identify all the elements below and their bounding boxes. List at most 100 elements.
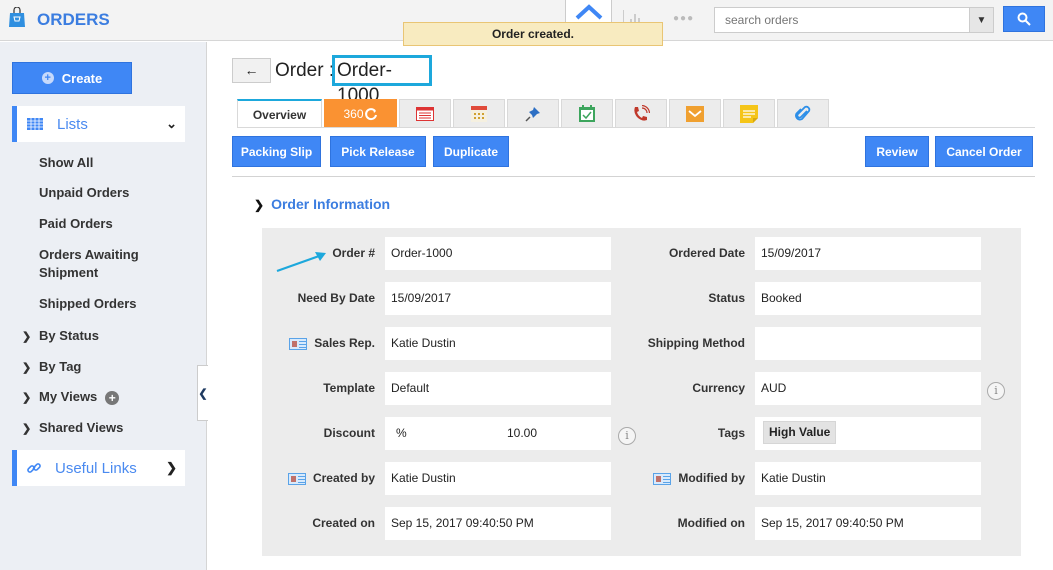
currency-label: Currency: [692, 381, 745, 395]
tab-task[interactable]: [561, 99, 613, 128]
contact-card-icon: [287, 472, 306, 485]
create-label: Create: [61, 70, 103, 86]
collapse-sidebar-button[interactable]: ❮: [197, 365, 208, 421]
discount-field: % 10.00: [385, 417, 611, 450]
search-input[interactable]: [715, 8, 965, 32]
discount-label: Discount: [323, 426, 375, 440]
contact-card-icon: [653, 472, 672, 485]
shopping-bag-icon: [9, 7, 25, 27]
search-icon: [1017, 12, 1031, 26]
attachment-icon: [795, 105, 811, 120]
sidebar-item-shipped-orders[interactable]: Shipped Orders: [39, 295, 137, 313]
sales-rep-label: Sales Rep.: [255, 336, 375, 350]
modified-by-label-text: Modified by: [678, 471, 745, 485]
tags-label: Tags: [717, 426, 745, 440]
search-box: ▼: [714, 7, 994, 33]
currency-field: AUD: [755, 372, 981, 405]
discount-unit: %: [396, 426, 407, 440]
sales-rep-field: Katie Dustin: [385, 327, 611, 360]
group-label: My Views: [39, 389, 98, 404]
task-icon: [579, 104, 595, 122]
created-on-label: Created on: [312, 516, 375, 530]
modified-by-field: Katie Dustin: [755, 462, 981, 495]
discount-value: 10.00: [507, 426, 538, 440]
tab-email[interactable]: [669, 99, 721, 128]
tab-form[interactable]: [399, 99, 451, 128]
search-dropdown-button[interactable]: ▼: [969, 8, 993, 32]
packing-slip-button[interactable]: Packing Slip: [232, 136, 321, 167]
add-view-icon[interactable]: +: [105, 391, 120, 405]
chevron-down-icon: ⌄: [166, 116, 177, 131]
status-field: Booked: [755, 282, 981, 315]
info-icon[interactable]: i: [987, 382, 1005, 400]
sales-rep-label-text: Sales Rep.: [314, 336, 375, 350]
phone-icon: [634, 104, 650, 121]
chevron-left-icon: ❮: [198, 387, 208, 400]
back-button[interactable]: ←: [232, 58, 271, 83]
sidebar-section-useful-links[interactable]: Useful Links ❯: [12, 450, 185, 486]
group-label: By Status: [39, 328, 99, 343]
shipping-method-field: [755, 327, 981, 360]
duplicate-button[interactable]: Duplicate: [433, 136, 509, 167]
tab-call[interactable]: [615, 99, 667, 128]
group-label: Shared Views: [39, 420, 124, 435]
sidebar-group-shared-views[interactable]: ❯ Shared Views: [22, 420, 123, 435]
review-button[interactable]: Review: [865, 136, 929, 167]
chevron-right-icon: ❯: [166, 460, 177, 475]
created-on-field: Sep 15, 2017 09:40:50 PM: [385, 507, 611, 540]
template-label: Template: [323, 381, 375, 395]
order-information-header[interactable]: ❯ Order Information: [254, 196, 390, 212]
created-by-label: Created by: [255, 471, 375, 485]
contact-card-icon: [289, 337, 308, 350]
tab-overview[interactable]: Overview: [237, 99, 322, 128]
order-title-prefix: Order :: [275, 60, 335, 81]
need-by-date-field: 15/09/2017: [385, 282, 611, 315]
tags-field: High Value: [755, 417, 981, 450]
order-information-panel: Order # Order-1000 Need By Date 15/09/20…: [262, 228, 1021, 556]
tabs-divider: [237, 127, 1035, 128]
mail-icon: [686, 105, 704, 122]
more-icon[interactable]: ●●●: [673, 13, 694, 24]
plus-circle-icon: +: [41, 72, 54, 84]
sidebar-item-orders-awaiting-shipment[interactable]: Orders Awaiting Shipment: [39, 246, 159, 282]
toast-message: Order created.: [403, 22, 663, 46]
order-id-title: Order-1000: [332, 55, 432, 106]
sidebar-group-my-views[interactable]: ❯ My Views +: [22, 389, 120, 405]
home-icon: [575, 4, 603, 20]
chevron-down-icon: ❯: [254, 198, 265, 212]
refresh-icon: [364, 107, 377, 120]
sidebar-item-unpaid-orders[interactable]: Unpaid Orders: [39, 184, 129, 202]
tag-chip[interactable]: High Value: [763, 420, 837, 444]
template-field: Default: [385, 372, 611, 405]
shipping-method-label: Shipping Method: [647, 336, 745, 350]
group-label: By Tag: [39, 359, 82, 374]
sidebar-group-by-tag[interactable]: ❯ By Tag: [22, 359, 81, 374]
tab-calendar[interactable]: [453, 99, 505, 128]
modified-on-label: Modified on: [677, 516, 745, 530]
chevron-right-icon: ❯: [22, 392, 32, 404]
cancel-order-button[interactable]: Cancel Order: [935, 136, 1033, 167]
ordered-date-label: Ordered Date: [668, 246, 745, 260]
tab-bar: Overview 360: [237, 99, 831, 128]
tab-pin[interactable]: [507, 99, 559, 128]
create-button[interactable]: + Create: [12, 62, 132, 94]
order-number-label: Order #: [332, 246, 375, 260]
chevron-down-icon: ▼: [976, 14, 987, 26]
pin-icon: [525, 106, 540, 122]
sidebar-group-by-status[interactable]: ❯ By Status: [22, 328, 99, 343]
link-icon: [27, 463, 41, 473]
tab-360-label: 360: [343, 106, 364, 121]
search-button[interactable]: [1003, 6, 1045, 32]
tab-360[interactable]: 360: [324, 99, 397, 128]
note-icon: [740, 104, 758, 123]
sidebar: + Create Lists ⌄ Show All Unpaid Orders …: [0, 42, 207, 570]
sidebar-item-show-all[interactable]: Show All: [39, 154, 93, 172]
sidebar-item-paid-orders[interactable]: Paid Orders: [39, 215, 113, 233]
ordered-date-field: 15/09/2017: [755, 237, 981, 270]
tab-notes[interactable]: [723, 99, 775, 128]
sidebar-section-lists[interactable]: Lists ⌄: [12, 106, 185, 142]
tab-attachments[interactable]: [777, 99, 829, 128]
pick-release-button[interactable]: Pick Release: [330, 136, 426, 167]
form-icon: [416, 106, 434, 121]
chevron-right-icon: ❯: [22, 423, 32, 435]
